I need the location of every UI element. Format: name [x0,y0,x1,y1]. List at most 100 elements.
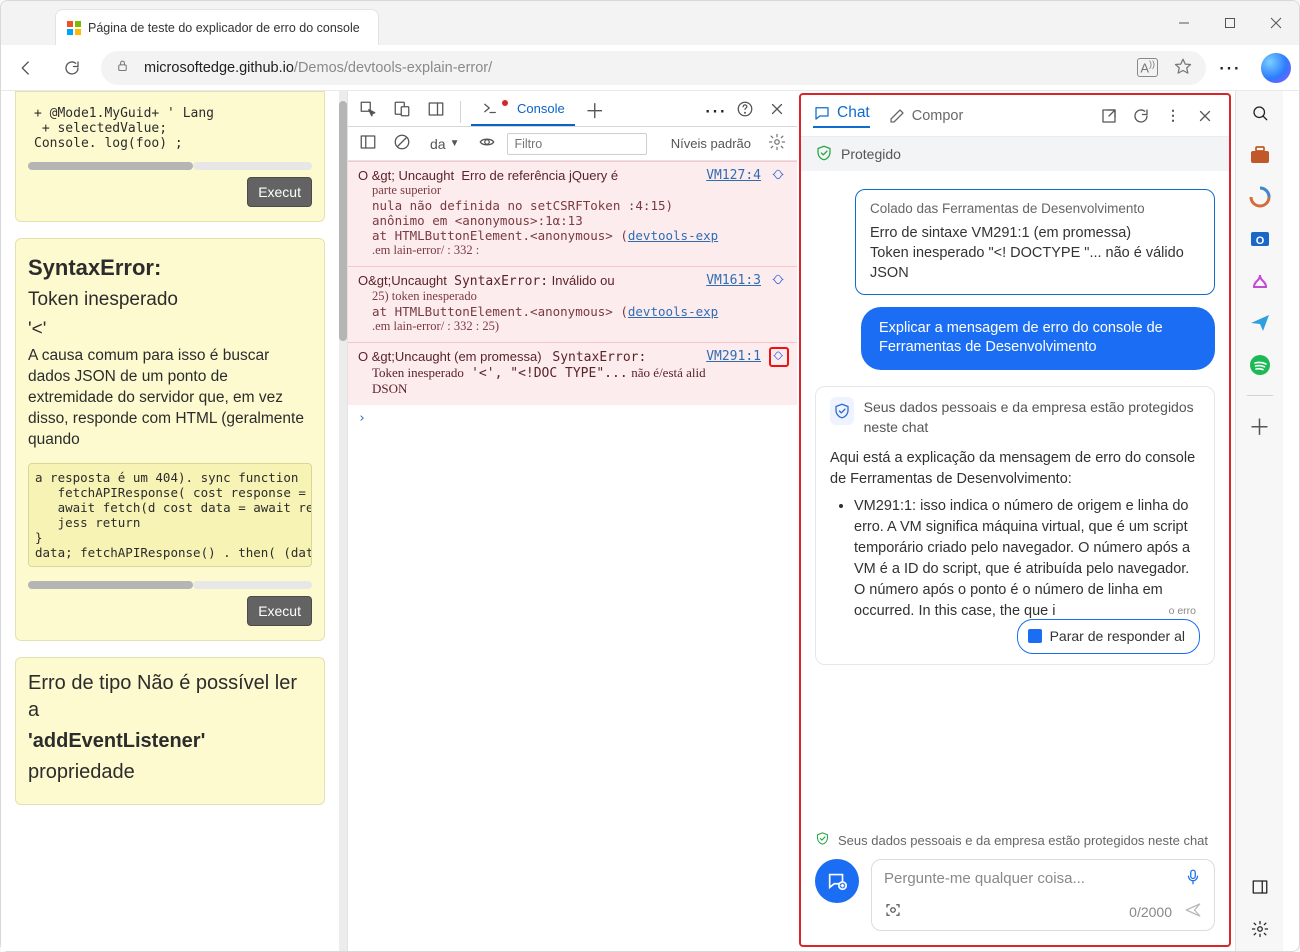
nav-back-button[interactable] [9,51,43,85]
tab-title: Página de teste do explicador de erro do… [88,21,360,35]
stop-responding-button[interactable]: Parar de responder al [1017,619,1200,653]
copilot-header: Chat Compor ⋮ [801,95,1229,137]
window-minimize-button[interactable] [1161,1,1207,45]
card-strong: 'addEventListener' [28,728,312,755]
send-icon[interactable] [1184,901,1202,922]
error-source-link[interactable]: VM161:3 [706,273,761,288]
address-bar[interactable]: microsoftedge.github.io/Demos/devtools-e… [101,51,1206,85]
chat-input-box[interactable]: Pergunte-me qualquer coisa... 0/2000 [871,859,1215,931]
dock-side-icon[interactable] [422,95,450,123]
console-output[interactable]: VM127:4 O &gt; Uncaught Erro de referênc… [348,161,797,951]
console-error-entry[interactable]: VM291:1 O &gt;Uncaught (em promessa) Syn… [348,342,797,405]
card-subtitle: Token inesperado [28,287,312,313]
card-line: Erro de tipo Não é possível ler a [28,670,312,724]
open-new-window-icon[interactable] [1097,104,1121,128]
devtools-close-button[interactable] [763,95,791,123]
demo-card-3: Erro de tipo Não é possível ler a 'addEv… [15,657,325,805]
console-error-entry[interactable]: VM161:3 O&gt;Uncaught SyntaxError: Invál… [348,266,797,342]
console-settings-icon[interactable] [763,128,791,156]
protected-banner: Protegido [801,137,1229,171]
console-prompt[interactable]: › [348,405,797,432]
send-plane-icon[interactable] [1248,311,1272,335]
card-subtitle-2: '<' [28,317,312,343]
suggestion-chip[interactable]: Explicar a mensagem de erro do console d… [861,307,1215,370]
console-filter-input[interactable] [507,133,647,155]
designer-icon[interactable] [1248,269,1272,293]
device-emulation-icon[interactable] [388,95,416,123]
devtools-panel: Console ＋ ⋯ da▼ Níveis padrão [347,91,797,951]
new-topic-button[interactable] [815,859,859,903]
read-aloud-icon[interactable]: A)) [1137,58,1158,76]
edge-sidebar: O ＋ [1235,91,1283,951]
window-close-button[interactable] [1253,1,1299,45]
inspect-element-icon[interactable] [354,95,382,123]
chat-scroll-area[interactable]: Colado das Ferramentas de Desenvolviment… [801,171,1229,825]
copilot-menu-icon[interactable]: ⋮ [1161,104,1185,128]
help-icon[interactable] [731,95,759,123]
add-sidebar-icon[interactable]: ＋ [1248,414,1272,438]
browser-tab[interactable]: Página de teste do explicador de erro do… [55,9,379,45]
tab-chat[interactable]: Chat [813,104,870,128]
log-levels-dropdown[interactable]: Níveis padrão [671,136,751,151]
stack-link[interactable]: devtools-exp [628,228,718,243]
ms-logo-icon [66,20,82,36]
ai-response-card: Seus dados pessoais e da empresa estão p… [815,386,1215,665]
favorites-icon[interactable] [1174,57,1192,79]
window-maximize-button[interactable] [1207,1,1253,45]
live-expression-icon[interactable] [473,128,501,156]
address-bar-row: microsoftedge.github.io/Demos/devtools-e… [1,45,1299,91]
url-host: microsoftedge.github.io [144,60,294,76]
copilot-explain-icon[interactable] [769,271,789,291]
card-line: propriedade [28,759,312,786]
copilot-explain-icon[interactable] [769,347,789,367]
ai-intro-text: Aqui está a explicação da mensagem de er… [830,448,1200,490]
sidebar-collapse-icon[interactable] [1248,875,1272,899]
image-search-icon[interactable] [884,901,902,922]
briefcase-icon[interactable] [1248,143,1272,167]
stack-link[interactable]: devtools-exp [628,304,718,319]
inline-note: o erro [1169,604,1196,619]
horizontal-scrollbar[interactable] [28,580,312,590]
execute-button[interactable]: Execut [247,596,312,626]
tab-compose[interactable]: Compor [888,107,964,125]
card-body: A causa comum para isso é buscar dados J… [28,346,312,451]
code-block: a resposta é um 404). sync function fetc… [28,463,312,567]
m365-icon[interactable] [1248,185,1272,209]
spotify-icon[interactable] [1248,353,1272,377]
devtools-menu-button[interactable]: ⋯ [704,98,727,124]
execute-button[interactable]: Execut [247,177,312,207]
error-source-link[interactable]: VM127:4 [706,168,761,183]
card-title: SyntaxError: [28,255,312,281]
devtools-tabstrip: Console ＋ ⋯ [348,91,797,127]
chat-input-placeholder: Pergunte-me qualquer coisa... [884,870,1085,887]
console-error-entry[interactable]: VM127:4 O &gt; Uncaught Erro de referênc… [348,161,797,266]
copilot-orb-icon[interactable] [1261,53,1291,83]
stop-icon [1028,629,1042,643]
clear-console-icon[interactable] [388,128,416,156]
error-source-link[interactable]: VM291:1 [706,349,761,364]
copilot-explain-icon[interactable] [769,166,789,186]
microphone-icon[interactable] [1184,868,1202,889]
demo-card-1: + @Mode1.MyGuid+ ' Lang + selectedValue;… [15,91,325,222]
horizontal-scrollbar[interactable] [28,161,312,171]
browser-menu-button[interactable]: ⋯ [1218,55,1241,81]
copilot-close-icon[interactable] [1193,104,1217,128]
refresh-chat-icon[interactable] [1129,104,1153,128]
window-titlebar: Página de teste do explicador de erro do… [1,1,1299,45]
window-controls [1161,1,1299,45]
search-icon[interactable] [1248,101,1272,125]
sidebar-toggle-icon[interactable] [354,128,382,156]
copilot-panel: Chat Compor ⋮ Protegido Colado [799,93,1231,947]
footer-protected-row: Seus dados pessoais e da empresa estão p… [801,825,1229,849]
new-tab-button[interactable]: ＋ [581,95,609,123]
settings-icon[interactable] [1248,917,1272,941]
tab-console[interactable]: Console [471,93,575,126]
code-block: + @Mode1.MyGuid+ ' Lang + selectedValue;… [28,100,312,157]
compose-row: Pergunte-me qualquer coisa... 0/2000 [801,849,1229,945]
nav-refresh-button[interactable] [55,51,89,85]
rendered-page[interactable]: + @Mode1.MyGuid+ ' Lang + selectedValue;… [1,91,339,951]
page-vertical-scrollbar[interactable] [339,91,347,951]
svg-text:O: O [1255,235,1264,247]
outlook-icon[interactable]: O [1248,227,1272,251]
context-selector[interactable]: da▼ [422,134,467,154]
